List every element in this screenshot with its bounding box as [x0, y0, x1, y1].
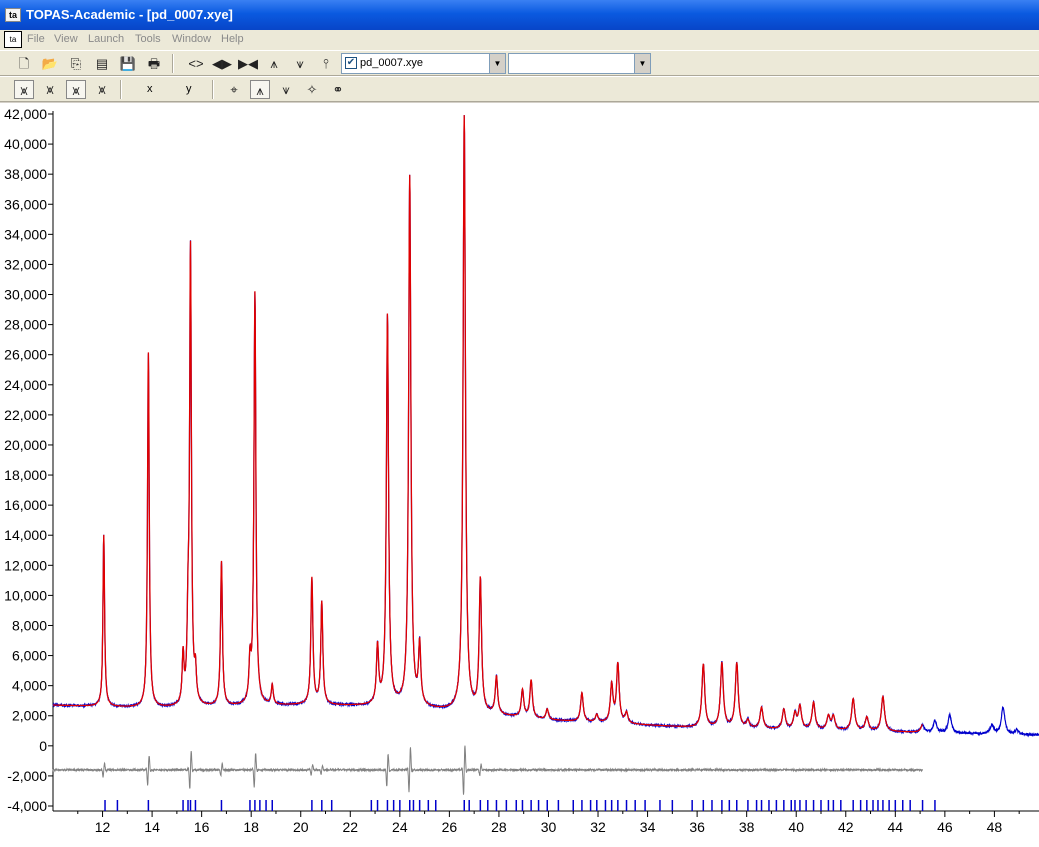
y-tick-label: 14,000 — [4, 527, 47, 543]
x-tick-label: 16 — [194, 819, 210, 835]
diffraction-plot[interactable]: 42,000 40,000 38,000 36,000 34,000 32,000 30,0… — [0, 103, 1039, 847]
menu-tools[interactable]: Tools — [135, 33, 161, 45]
y-tick-label: 22,000 — [4, 407, 47, 423]
x-tick-label: 32 — [590, 819, 606, 835]
x-tick-label: 34 — [640, 819, 656, 835]
y-tick-label: 16,000 — [4, 497, 47, 513]
y-tick-label: 38,000 — [4, 166, 47, 182]
window-title: TOPAS-Academic - [pd_0007.xye] — [26, 7, 233, 22]
x-tick-label: 36 — [689, 819, 705, 835]
menu-window[interactable]: Window — [172, 33, 211, 45]
toolbar-separator — [172, 54, 174, 73]
x-tick-label: 24 — [392, 819, 408, 835]
y-tick-label: 42,000 — [4, 106, 47, 122]
x-tick-label: 44 — [888, 819, 904, 835]
x-tick-label: 14 — [144, 819, 160, 835]
y-tick-label: 24,000 — [4, 377, 47, 393]
menu-view[interactable]: View — [54, 33, 78, 45]
diffraction-plot-svg[interactable]: 42,000 40,000 38,000 36,000 34,000 32,000 30,0… — [0, 103, 1039, 847]
menu-file[interactable]: File — [27, 33, 45, 45]
y-tick-label: 6,000 — [12, 648, 47, 664]
x-tick-label: 26 — [442, 819, 458, 835]
x-tick-label: 12 — [95, 819, 111, 835]
x-tick-label: 28 — [491, 819, 507, 835]
paste-icon[interactable]: ▤ — [92, 54, 112, 73]
second-combo[interactable]: ▼ — [508, 53, 651, 74]
y-tick-label: -2,000 — [7, 768, 47, 784]
y-tick-label: 18,000 — [4, 467, 47, 483]
document-system-menu-icon[interactable]: ta — [4, 31, 22, 48]
shift-left-right-icon[interactable]: ◀▶ — [212, 54, 232, 73]
x-tick-label: 46 — [937, 819, 953, 835]
x-tick-label: 38 — [739, 819, 755, 835]
y-coordinate-readout: y — [186, 83, 192, 95]
menu-bar: ta File View Launch Tools Window Help — [0, 30, 1039, 50]
reflection-markers — [104, 800, 936, 811]
peaks-fit-icon[interactable]: ⫯ — [316, 54, 336, 73]
y-tick-label: 36,000 — [4, 196, 47, 212]
x-tick-label: 40 — [788, 819, 804, 835]
expand-horizontal-icon[interactable]: <> — [186, 54, 206, 73]
x-tick-label: 22 — [342, 819, 358, 835]
x-tick-label: 20 — [293, 819, 309, 835]
chevron-down-icon[interactable]: ▼ — [489, 54, 505, 73]
y-tick-label: 2,000 — [12, 708, 47, 724]
main-toolbar: 🗋 📂 ⎘ ▤ 💾 🖶 <> ◀▶ ▶◀ ⩚ ⩛ ⫯ ✔ pd_0007.xye… — [0, 50, 1039, 76]
y-tick-label: -4,000 — [7, 798, 47, 814]
menu-launch[interactable]: Launch — [88, 33, 124, 45]
plot-toolbar: ⩙ ⩙ ⩙ ⩙ x y ⌖ ⩚ ⩛ ✧ ⚭ — [0, 76, 1039, 102]
magic-wand-icon[interactable]: ✧ — [302, 80, 322, 99]
y-tick-label: 20,000 — [4, 437, 47, 453]
y-tick-label: 28,000 — [4, 317, 47, 333]
pattern-green-icon[interactable]: ⩙ — [40, 80, 60, 99]
y-axis-ticks: 42,000 40,000 38,000 36,000 34,000 32,000 30,0… — [4, 106, 53, 814]
pattern-dark-icon[interactable]: ⩙ — [92, 80, 112, 99]
x-tick-label: 18 — [243, 819, 259, 835]
cursor-tool-icon[interactable]: ⌖ — [224, 80, 244, 99]
copy-icon[interactable]: ⎘ — [66, 54, 86, 73]
y-tick-label: 8,000 — [12, 617, 47, 633]
y-tick-label: 10,000 — [4, 587, 47, 603]
y-tick-label: 30,000 — [4, 287, 47, 303]
app-icon: ta — [5, 8, 21, 22]
pattern-red-icon[interactable]: ⩙ — [14, 80, 34, 99]
peak-insert-icon[interactable]: ⩛ — [276, 80, 296, 99]
toolbar-separator — [120, 80, 122, 99]
peak-select-icon[interactable]: ⩚ — [250, 80, 270, 99]
y-tick-label: 40,000 — [4, 136, 47, 152]
calculated-curve — [53, 115, 923, 733]
title-bar[interactable]: ta TOPAS-Academic - [pd_0007.xye] — [0, 0, 1039, 30]
x-tick-label: 42 — [838, 819, 854, 835]
collapse-horizontal-icon[interactable]: ▶◀ — [238, 54, 258, 73]
y-tick-label: 4,000 — [12, 678, 47, 694]
new-icon[interactable]: 🗋 — [14, 54, 34, 73]
file-visible-checkbox[interactable]: ✔ — [345, 57, 357, 69]
peaks-up-icon[interactable]: ⩛ — [290, 54, 310, 73]
file-combo-value: pd_0007.xye — [360, 57, 423, 69]
chevron-down-icon[interactable]: ▼ — [634, 54, 650, 73]
difference-curve — [52, 745, 924, 795]
peaks-down-icon[interactable]: ⩚ — [264, 54, 284, 73]
file-combo[interactable]: ✔ pd_0007.xye ▼ — [341, 53, 506, 74]
y-tick-label: 0 — [39, 738, 47, 754]
pattern-blue-icon[interactable]: ⩙ — [66, 80, 86, 99]
toolbar-separator — [212, 80, 214, 99]
observed-curve — [52, 115, 1039, 738]
x-tick-label: 30 — [541, 819, 557, 835]
x-coordinate-readout: x — [147, 83, 153, 95]
topas-window: ta TOPAS-Academic - [pd_0007.xye] ta Fil… — [0, 0, 1039, 847]
y-tick-label: 26,000 — [4, 347, 47, 363]
open-folder-icon[interactable]: 📂 — [40, 54, 60, 73]
x-tick-label: 48 — [987, 819, 1003, 835]
print-icon[interactable]: 🖶 — [144, 54, 164, 73]
y-tick-label: 34,000 — [4, 226, 47, 242]
menu-help[interactable]: Help — [221, 33, 244, 45]
save-icon[interactable]: 💾 — [118, 54, 138, 73]
x-axis-ticks: 12 14 16 18 20 22 24 26 28 30 32 34 36 38 40 42 44 46 48 — [77, 811, 1020, 835]
y-tick-label: 12,000 — [4, 557, 47, 573]
binoculars-icon[interactable]: ⚭ — [328, 80, 348, 99]
y-tick-label: 32,000 — [4, 256, 47, 272]
